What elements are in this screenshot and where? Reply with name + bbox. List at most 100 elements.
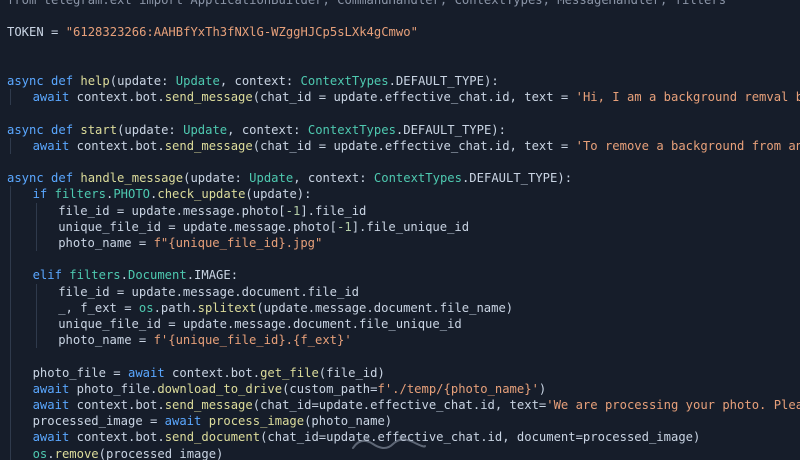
code-token: await — [32, 430, 77, 445]
code-token: os — [138, 300, 154, 315]
code-token: send_message — [164, 90, 253, 105]
code-token: .path. — [153, 300, 198, 315]
code-token: async def — [7, 171, 81, 186]
code-token: 'To remove a background from an image, p… — [575, 138, 800, 153]
code-line[interactable]: async def handle_message(update: Update,… — [7, 170, 572, 186]
code-token: photo_name = — [58, 333, 154, 348]
code-line[interactable]: await context.bot.send_message(chat_id =… — [33, 89, 800, 105]
code-token: (processed_image) — [98, 446, 224, 460]
code-token: , context: — [227, 122, 308, 137]
code-token: (chat_id=update.effective_chat.id, docum… — [260, 430, 701, 445]
code-token: "6128323266:AAHBfYxTh3fNXlG-WZggHJCp5sLX… — [65, 25, 418, 40]
indent-guide — [10, 89, 11, 106]
code-token: photo_file = — [32, 365, 128, 380]
code-token: TOKEN = — [7, 25, 66, 40]
code-token: context.bot. — [76, 430, 165, 445]
khamsat-watermark-logo — [352, 435, 426, 449]
code-token: from telegram.ext import ApplicationBuil… — [7, 0, 727, 7]
code-token: await — [32, 398, 77, 412]
code-token: (update: — [117, 122, 184, 137]
code-token: PHOTO — [113, 187, 151, 202]
code-token: (chat_id=update.effective_chat.id, text= — [252, 398, 547, 412]
code-line[interactable]: unique_file_id = update.message.photo[-1… — [58, 219, 469, 235]
code-token: 'Hi, I am a background remval bot. to st… — [575, 90, 800, 105]
code-token: if — [32, 187, 55, 202]
code-token: Update — [183, 122, 228, 137]
code-token: (custom_path= — [282, 381, 378, 396]
code-token: , context: — [293, 171, 374, 186]
code-line[interactable]: unique_file_id = update.message.document… — [58, 316, 462, 332]
code-line[interactable]: async def help(update: Update, context: … — [7, 73, 499, 89]
code-line[interactable]: os.remove(processed_image) — [33, 446, 224, 460]
code-token: (update.message.document.file_name) — [256, 300, 514, 315]
code-token: Update — [175, 74, 220, 88]
code-token: context.bot. — [76, 398, 165, 412]
code-token: -1 — [337, 219, 352, 234]
code-token: ].file_id — [300, 203, 367, 218]
code-token: await — [32, 90, 77, 105]
code-token: f'{unique_file_id}.{f_ext}' — [153, 333, 352, 348]
code-line[interactable]: photo_file = await context.bot.get_file(… — [33, 365, 385, 381]
code-line[interactable]: elif filters.Document.IMAGE: — [33, 267, 238, 283]
code-token: await — [32, 138, 77, 153]
code-token: _, f_ext = — [58, 300, 139, 315]
code-token: send_message — [164, 398, 253, 412]
code-line[interactable]: file_id = update.message.document.file_i… — [58, 284, 359, 300]
code-token: Document — [128, 268, 187, 283]
code-token: . — [47, 446, 55, 460]
code-line[interactable]: if filters.PHOTO.check_update(update): — [33, 186, 312, 202]
code-token: (update: — [109, 74, 176, 88]
code-token: context.bot. — [76, 138, 165, 153]
code-line[interactable]: file_id = update.message.photo[-1].file_… — [58, 203, 366, 219]
code-token: (chat_id = update.effective_chat.id, tex… — [252, 138, 576, 153]
indent-guide — [35, 283, 37, 349]
code-token: (file_id) — [318, 365, 385, 380]
code-token: ContextTypes — [307, 122, 396, 137]
code-token: send_document — [164, 430, 261, 445]
code-line[interactable]: from telegram.ext import ApplicationBuil… — [7, 0, 726, 8]
code-token: . — [120, 268, 128, 283]
code-token: ContextTypes — [373, 171, 462, 186]
code-token: help — [80, 74, 110, 88]
code-token: ) — [538, 381, 547, 396]
code-token: unique_file_id = update.message.document… — [58, 317, 462, 331]
code-line[interactable]: photo_name = f"{unique_file_id}.jpg" — [58, 235, 322, 251]
code-token: filters — [69, 268, 121, 283]
code-token: (update): — [245, 187, 312, 202]
code-token: unique_file_id = update.message.photo[ — [58, 219, 338, 234]
code-token: elif — [32, 268, 70, 283]
code-token: f"{unique_file_id}.jpg" — [153, 236, 323, 250]
code-token: Update — [249, 171, 294, 186]
indent-guide — [10, 137, 11, 154]
code-line[interactable]: await context.bot.send_message(chat_id =… — [33, 138, 800, 154]
code-token: await — [32, 381, 77, 396]
code-line[interactable]: photo_name = f'{unique_file_id}.{f_ext}' — [58, 332, 352, 348]
code-token: context.bot. — [172, 365, 261, 380]
code-token: send_message — [164, 138, 253, 153]
code-line[interactable]: processed_image = await process_image(ph… — [33, 413, 393, 429]
code-token: async def — [7, 122, 81, 137]
code-token: f'./temp/{photo_name}' — [377, 381, 539, 396]
code-line[interactable]: await context.bot.send_message(chat_id=u… — [33, 397, 800, 413]
code-token: (update: — [183, 171, 250, 186]
code-editor[interactable]: from telegram.ext import ApplicationBuil… — [0, 0, 800, 460]
code-token: os — [32, 446, 48, 460]
code-token: 'We are processing your photo. Please wa… — [546, 398, 800, 412]
code-line[interactable]: await photo_file.download_to_drive(custo… — [33, 381, 547, 397]
code-token: ContextTypes — [300, 74, 389, 88]
code-token: file_id = update.message.photo[ — [58, 203, 286, 218]
indent-guide — [10, 186, 11, 460]
code-token: splitext — [197, 300, 257, 315]
code-token: file_id = update.message.document.file_i… — [58, 284, 360, 299]
code-token: .DEFAULT_TYPE): — [461, 171, 573, 186]
code-line[interactable]: TOKEN = "6128323266:AAHBfYxTh3fNXlG-WZgg… — [7, 24, 418, 40]
code-token: , context: — [219, 74, 301, 88]
code-token: handle_message — [80, 171, 184, 186]
code-token: photo_file. — [76, 381, 158, 396]
code-line[interactable]: async def start(update: Update, context:… — [7, 122, 506, 138]
code-token: download_to_drive — [157, 381, 283, 396]
code-token: .DEFAULT_TYPE): — [388, 74, 499, 88]
code-line[interactable]: _, f_ext = os.path.splitext(update.messa… — [58, 300, 513, 316]
code-token: remove — [54, 446, 99, 460]
code-token: get_file — [260, 365, 319, 380]
